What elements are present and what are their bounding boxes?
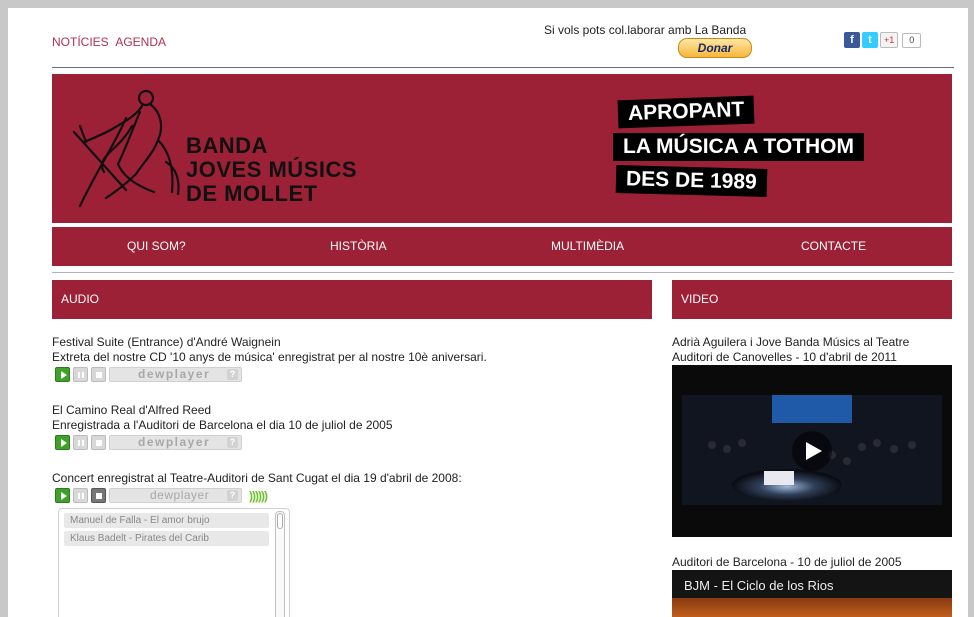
stop-icon[interactable] [91, 488, 106, 503]
video-caption-line: Adrià Aguilera i Jove Banda Músics al Te… [672, 335, 910, 349]
share-count: 0 [902, 32, 922, 48]
slogan-line: DES DE 1989 [615, 165, 768, 197]
band-name: BANDA JOVES MÚSICS DE MOLLET [186, 134, 357, 206]
player-brand: dewplayer [138, 367, 211, 381]
video-caption-line: Auditori de Canovelles - 10 d'abril de 2… [672, 350, 897, 364]
audio-track-2: El Camino Real d'Alfred Reed Enregistrad… [52, 403, 393, 433]
audio-player-3: dewplayer? )))))) [55, 488, 268, 503]
pause-icon[interactable] [73, 488, 88, 503]
page: NOTÍCIES AGENDA Si vols pots col.laborar… [8, 8, 968, 617]
link-noticies[interactable]: NOTÍCIES [52, 35, 109, 49]
slogan-line: LA MÚSICA A TOTHOM [613, 133, 864, 161]
header-divider [52, 67, 954, 68]
video-section-title: VIDEO [672, 280, 952, 319]
audio-track-1: Festival Suite (Entrance) d'André Waigne… [52, 335, 487, 365]
main-nav: QUI SOM? HISTÒRIA MULTIMÈDIA CONTACTE [52, 227, 952, 266]
playlist-scrollbar[interactable] [275, 511, 285, 617]
player-track[interactable]: dewplayer? [109, 488, 242, 503]
audio-player-1: dewplayer? [55, 367, 242, 382]
band-name-line: BANDA [186, 133, 268, 158]
play-icon[interactable] [55, 367, 70, 382]
stop-icon[interactable] [91, 367, 106, 382]
track-description: Enregistrada a l'Auditori de Barcelona e… [52, 418, 393, 432]
video-caption-2: Auditori de Barcelona - 10 de juliol de … [672, 555, 902, 570]
band-name-line: JOVES MÚSICS [186, 157, 358, 182]
google-plus-button[interactable]: +1 [880, 32, 899, 48]
nav-item-qui-som[interactable]: QUI SOM? [127, 239, 186, 253]
nav-item-multimedia[interactable]: MULTIMÈDIA [551, 239, 624, 253]
player-track[interactable]: dewplayer? [109, 435, 242, 450]
nav-item-historia[interactable]: HISTÒRIA [330, 239, 387, 253]
help-icon[interactable]: ? [227, 369, 238, 380]
pause-icon[interactable] [73, 435, 88, 450]
video-thumbnail [672, 598, 952, 617]
video-caption-1: Adrià Aguilera i Jove Banda Músics al Te… [672, 335, 909, 365]
nav-item-contacte[interactable]: CONTACTE [801, 239, 866, 253]
video-caption-line: Auditori de Barcelona - 10 de juliol de … [672, 555, 902, 569]
donate-button[interactable]: Donar [678, 38, 752, 58]
player-brand: dewplayer [150, 488, 210, 502]
track-title: Festival Suite (Entrance) d'André Waigne… [52, 335, 281, 349]
video-thumbnail [672, 365, 952, 537]
audio-section-title: AUDIO [52, 280, 652, 319]
stop-icon[interactable] [91, 435, 106, 450]
slogan-line: APROPANT [617, 95, 755, 129]
collab-text: Si vols pots col.laborar amb La Banda [544, 23, 747, 37]
player-track[interactable]: dewplayer? [109, 367, 242, 382]
nav-divider [52, 272, 954, 273]
play-icon[interactable] [55, 435, 70, 450]
scrollbar-thumb[interactable] [277, 513, 283, 529]
playlist: Manuel de Falla - El amor brujo Klaus Ba… [58, 508, 290, 617]
audio-player-2: dewplayer? [55, 435, 242, 450]
help-icon[interactable]: ? [227, 490, 238, 501]
player-brand: dewplayer [138, 435, 211, 449]
link-agenda[interactable]: AGENDA [115, 35, 166, 49]
video-player-1[interactable] [672, 365, 952, 537]
facebook-icon[interactable]: f [844, 32, 860, 48]
violinist-logo-icon [72, 89, 180, 208]
track-description: Extreta del nostre CD '10 anys de música… [52, 350, 487, 364]
playlist-item[interactable]: Manuel de Falla - El amor brujo [64, 513, 269, 528]
audio-track-3: Concert enregistrat al Teatre-Auditori d… [52, 471, 462, 486]
help-icon[interactable]: ? [227, 437, 238, 448]
track-title: El Camino Real d'Alfred Reed [52, 403, 212, 417]
track-title: Concert enregistrat al Teatre-Auditori d… [52, 471, 462, 485]
top-links: NOTÍCIES AGENDA [52, 35, 170, 49]
band-name-line: DE MOLLET [186, 181, 318, 206]
playlist-item[interactable]: Klaus Badelt - Pirates del Carib [64, 531, 269, 546]
video-player-2[interactable]: BJM - El Ciclo de los Rios [672, 570, 952, 617]
video-overlay-title: BJM - El Ciclo de los Rios [684, 578, 834, 593]
twitter-icon[interactable]: t [862, 32, 878, 48]
social-buttons: f t +1 0 [844, 32, 922, 48]
banner: BANDA JOVES MÚSICS DE MOLLET APROPANT LA… [52, 74, 952, 223]
play-icon[interactable] [55, 488, 70, 503]
volume-icon[interactable]: )))))) [249, 489, 268, 503]
pause-icon[interactable] [73, 367, 88, 382]
